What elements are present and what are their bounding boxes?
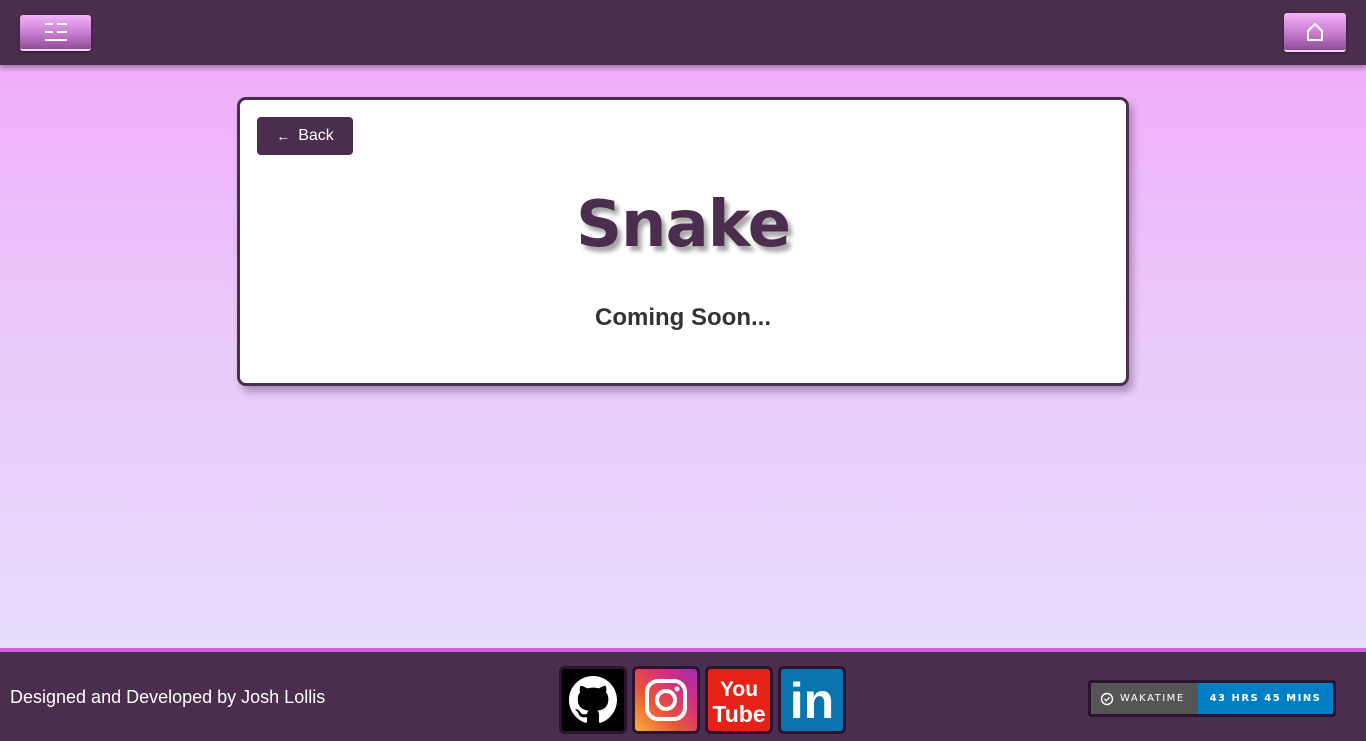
linkedin-link[interactable]: in — [778, 666, 846, 734]
linkedin-text: in — [790, 673, 834, 728]
home-button[interactable] — [1284, 13, 1346, 52]
page-title: Snake — [575, 188, 791, 262]
footer-credit: Designed and Developed by Josh Lollis — [10, 687, 326, 707]
youtube-icon: You Tube — [712, 678, 765, 727]
menu-button[interactable] — [20, 15, 91, 51]
coming-soon-text: Coming Soon... — [595, 304, 771, 331]
linkedin-icon: in — [790, 673, 834, 728]
youtube-text-top: You — [720, 678, 758, 701]
back-button-label: Back — [298, 127, 334, 144]
content-card: ← Back Snake Coming Soon... — [237, 97, 1129, 386]
wakatime-icon — [1100, 692, 1114, 705]
youtube-text-bottom: Tube — [712, 701, 765, 727]
badge-value: 43 HRS 45 MINS — [1198, 683, 1333, 714]
back-button[interactable]: ← Back — [257, 117, 353, 155]
top-navbar — [0, 0, 1366, 65]
badge-label: WAKATIME — [1120, 693, 1185, 704]
youtube-link[interactable]: You Tube — [705, 666, 773, 734]
instagram-link[interactable] — [632, 666, 700, 734]
home-icon — [1307, 22, 1323, 41]
footer: Designed and Developed by Josh Lollis Yo… — [0, 648, 1366, 741]
badge-label-section: WAKATIME — [1091, 683, 1198, 714]
menu-icon — [44, 23, 67, 41]
github-link[interactable] — [559, 666, 627, 734]
back-arrow-icon: ← — [276, 128, 291, 144]
github-icon — [569, 676, 617, 723]
social-links: You Tube in — [559, 666, 846, 734]
wakatime-badge[interactable]: WAKATIME 43 HRS 45 MINS — [1088, 680, 1336, 717]
instagram-icon — [645, 679, 687, 721]
